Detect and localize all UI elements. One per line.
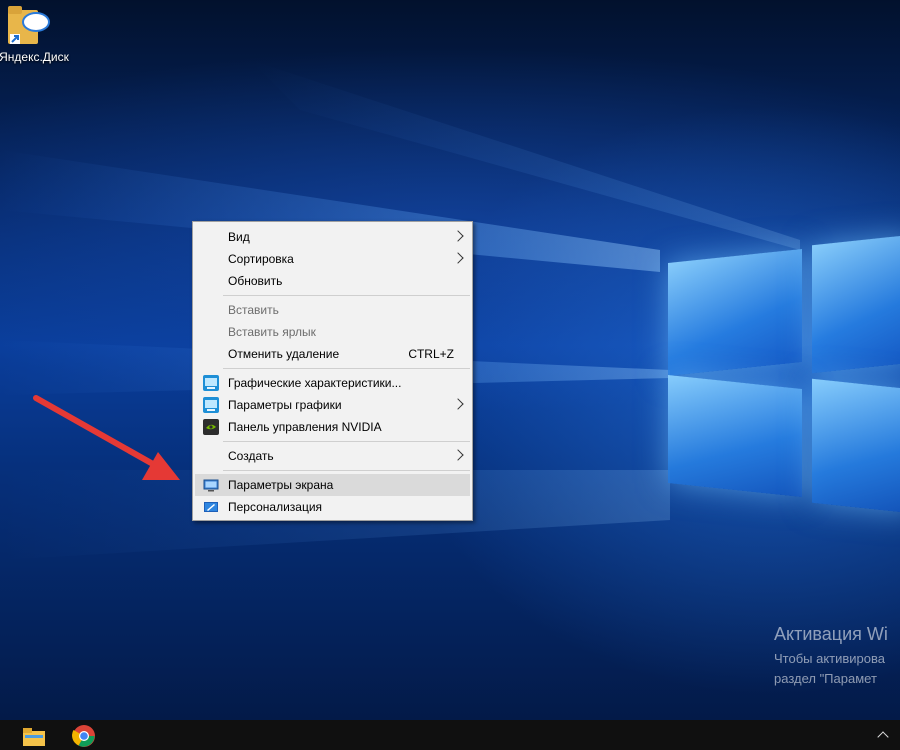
menu-item-new[interactable]: Создать (195, 445, 470, 467)
activation-line-2: раздел "Парамет (774, 671, 877, 686)
intel-graphics-icon (203, 375, 219, 391)
submenu-chevron-icon (452, 398, 464, 410)
desktop-icon-label: Яндекс.Диск (0, 50, 69, 64)
wallpaper-window-pane (812, 234, 900, 374)
submenu-chevron-icon (452, 252, 464, 264)
submenu-chevron-icon (452, 230, 464, 242)
menu-item-nvidia-control-panel[interactable]: Панель управления NVIDIA (195, 416, 470, 438)
red-pointer-arrow-icon (33, 395, 180, 480)
desktop-context-menu: Вид Сортировка Обновить Вставить Вставит… (192, 221, 473, 521)
menu-item-paste-shortcut[interactable]: Вставить ярлык (195, 321, 470, 343)
menu-item-label: Отменить удаление (228, 347, 340, 361)
menu-item-label: Вид (228, 230, 250, 244)
menu-item-undo-delete[interactable]: Отменить удаление CTRL+Z (195, 343, 470, 365)
nvidia-icon (203, 419, 219, 435)
activation-line-1: Чтобы активирова (774, 651, 886, 666)
menu-separator (223, 295, 470, 296)
menu-item-graphics-options[interactable]: Параметры графики (195, 394, 470, 416)
windows-activation-watermark: Активация Wi Чтобы активирова раздел "Па… (774, 624, 900, 689)
menu-item-paste[interactable]: Вставить (195, 299, 470, 321)
wallpaper-window-pane (812, 378, 900, 514)
menu-item-personalization[interactable]: Персонализация (195, 496, 470, 518)
submenu-chevron-icon (452, 449, 464, 461)
menu-separator (223, 368, 470, 369)
menu-item-label: Персонализация (228, 500, 323, 514)
display-settings-icon (203, 479, 219, 492)
menu-item-shortcut: CTRL+Z (408, 347, 454, 361)
wallpaper-window-pane (668, 374, 802, 498)
menu-item-label: Панель управления NVIDIA (228, 420, 382, 434)
menu-item-refresh[interactable]: Обновить (195, 270, 470, 292)
chevron-up-icon (877, 731, 889, 743)
taskbar-file-explorer-button[interactable] (14, 720, 54, 750)
wallpaper-window-pane (668, 248, 802, 377)
menu-item-label: Параметры экрана (228, 478, 334, 492)
desktop[interactable]: Яндекс.Диск Вид Сортировка Обновить Вста… (0, 0, 900, 720)
taskbar-chrome-button[interactable] (64, 720, 104, 750)
personalization-icon (204, 502, 218, 512)
menu-item-label: Обновить (228, 274, 283, 288)
menu-item-sort[interactable]: Сортировка (195, 248, 470, 270)
file-explorer-icon (23, 728, 45, 746)
intel-graphics-icon (203, 397, 219, 413)
yandex-disk-icon (8, 6, 50, 44)
menu-item-label: Вставить ярлык (228, 325, 316, 339)
activation-title: Активация Wi (774, 624, 888, 644)
menu-item-label: Сортировка (228, 252, 294, 266)
desktop-icon-yandex-disk[interactable]: Яндекс.Диск (0, 0, 78, 70)
menu-item-graphics-properties[interactable]: Графические характеристики... (195, 372, 470, 394)
menu-item-label: Вставить (228, 303, 279, 317)
menu-item-label: Параметры графики (228, 398, 342, 412)
menu-item-view[interactable]: Вид (195, 226, 470, 248)
taskbar (0, 720, 900, 750)
menu-separator (223, 470, 470, 471)
tray-show-hidden-icons-button[interactable] (868, 720, 898, 750)
chrome-icon (72, 725, 95, 747)
menu-separator (223, 441, 470, 442)
menu-item-label: Создать (228, 449, 274, 463)
menu-item-label: Графические характеристики... (228, 376, 402, 390)
menu-item-display-settings[interactable]: Параметры экрана (195, 474, 470, 496)
